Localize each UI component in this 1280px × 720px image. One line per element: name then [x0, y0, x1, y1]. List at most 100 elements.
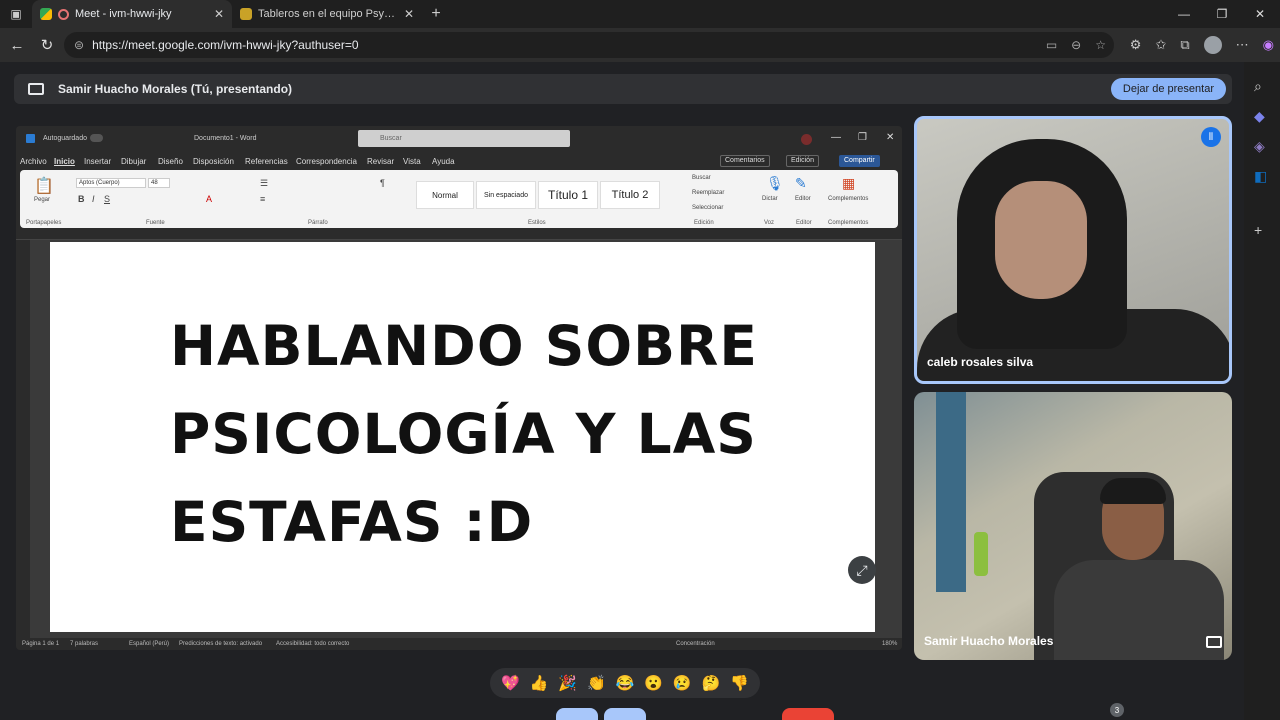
address-bar[interactable]: ⊜ https://meet.google.com/ivm-hwwi-jky?a…	[64, 32, 1114, 58]
menu-diseno: Diseño	[158, 157, 183, 166]
stop-presenting-button[interactable]: Dejar de presentar	[1110, 78, 1226, 100]
style-sin-espaciado: Sin espaciado	[476, 181, 536, 209]
font-color-icon: A	[206, 194, 213, 204]
reaction-surprised[interactable]: 😮	[644, 674, 663, 692]
word-status-bar: Página 1 de 1 7 palabras Español (Perú) …	[16, 638, 902, 650]
paragraph-mark-icon: ¶	[380, 178, 385, 188]
reaction-heart[interactable]: 💖	[501, 674, 520, 692]
menu-dibujar: Dibujar	[121, 157, 147, 166]
copilot-icon[interactable]: ◉	[1263, 37, 1274, 53]
browser-tab-bar: ▣ Meet - ivm-hwwi-jky ✕ Tableros en el e…	[0, 0, 1280, 28]
participant-video-hair	[1100, 478, 1166, 504]
reaction-thumbs-up[interactable]: 👍	[530, 674, 549, 692]
extensions-icon[interactable]: ⚙	[1130, 37, 1142, 53]
reaction-thinking[interactable]: 🤔	[702, 674, 721, 692]
group-voz: Voz	[764, 220, 775, 226]
reaction-thumbs-down[interactable]: 👎	[730, 674, 749, 692]
comments-button: Comentarios	[720, 155, 770, 167]
menu-vista: Vista	[403, 157, 421, 166]
leave-call-button[interactable]	[782, 708, 834, 720]
meet-stage: Samir Huacho Morales (Tú, presentando) D…	[0, 62, 1244, 720]
document-name: Documento1 - Word	[194, 135, 257, 142]
style-titulo-2: Título 2	[600, 181, 660, 209]
presentation-bar: Samir Huacho Morales (Tú, presentando) D…	[14, 74, 1232, 104]
favorite-star-icon[interactable]: ☆	[1095, 38, 1106, 52]
status-predictions: Predicciones de texto: activado	[179, 641, 263, 647]
status-language: Español (Perú)	[129, 641, 170, 647]
tab-tableros[interactable]: Tableros en el equipo Psycrib - M ✕	[232, 0, 422, 28]
heading-line-3: ESTAFAS :D	[170, 490, 534, 554]
addins-icon: ▦	[842, 175, 856, 191]
addins-label: Complementos	[828, 196, 869, 202]
word-search-box: Buscar	[358, 130, 570, 147]
paste-label: Pegar	[34, 197, 51, 203]
recording-icon	[58, 8, 69, 20]
profile-avatar[interactable]	[1203, 36, 1222, 54]
menu-archivo: Archivo	[20, 157, 47, 166]
vertical-ruler	[16, 240, 30, 638]
group-complementos: Complementos	[828, 220, 869, 226]
editing-mode-button: Edición	[786, 155, 819, 167]
tab-title: Tableros en el equipo Psycrib - M	[258, 8, 398, 20]
site-info-icon[interactable]: ⊜	[74, 38, 84, 52]
cast-icon[interactable]: ▭	[1046, 38, 1057, 52]
presenting-label: Samir Huacho Morales (Tú, presentando)	[58, 82, 293, 96]
reaction-sad[interactable]: 😢	[673, 674, 692, 692]
reload-icon[interactable]: ↻	[32, 36, 62, 54]
select-item: Seleccionar	[692, 205, 724, 211]
font-size-box: 48	[148, 178, 170, 188]
meet-favicon-icon	[40, 8, 52, 20]
menu-referencias: Referencias	[245, 157, 288, 166]
present-screen-icon	[28, 83, 44, 95]
collections-icon[interactable]: ⧉	[1180, 37, 1189, 53]
autosave-toggle	[90, 134, 103, 142]
back-icon[interactable]: ←	[2, 37, 32, 54]
more-menu-icon[interactable]: ⋯	[1236, 37, 1249, 53]
close-tab-icon[interactable]: ✕	[214, 7, 224, 21]
close-tab-icon[interactable]: ✕	[404, 7, 414, 21]
participant-tile-caleb[interactable]: ⦀ caleb rosales silva	[914, 116, 1232, 384]
zoom-icon[interactable]: ⊖	[1071, 38, 1081, 52]
style-normal: Normal	[416, 181, 474, 209]
word-logo-icon	[26, 134, 35, 143]
share-button: Compartir	[839, 155, 880, 167]
close-window-icon[interactable]: ✕	[1240, 0, 1280, 28]
word-title-bar: Autoguardado Documento1 - Word Buscar — …	[16, 126, 902, 150]
status-zoom: 180%	[882, 641, 898, 647]
background-window	[936, 392, 966, 592]
align-left-icon: ≡	[260, 194, 266, 204]
participant-count-badge: 3	[1110, 703, 1124, 717]
status-focus: Concentración	[676, 641, 715, 647]
word-ribbon: 📋 Pegar Aptos (Cuerpo) 48 B I S A ☰ ≡ ¶ …	[20, 170, 898, 228]
pip-icon[interactable]	[1206, 636, 1222, 648]
group-fuente: Fuente	[146, 220, 165, 226]
tab-meet[interactable]: Meet - ivm-hwwi-jky ✕	[32, 0, 232, 28]
minimize-icon[interactable]: —	[1164, 0, 1204, 28]
control-button-active-2[interactable]	[604, 708, 646, 720]
control-button-active[interactable]	[556, 708, 598, 720]
reaction-laugh[interactable]: 😂	[616, 674, 635, 692]
reaction-clap[interactable]: 👏	[587, 674, 606, 692]
maximize-icon[interactable]: ❐	[1202, 0, 1242, 28]
sidebar-copilot-icon[interactable]: ◈	[1254, 138, 1265, 155]
reaction-party[interactable]: 🎉	[558, 674, 577, 692]
sidebar-teams-icon[interactable]: ◆	[1254, 108, 1265, 125]
menu-ayuda: Ayuda	[432, 157, 455, 166]
window-menu-icon[interactable]: ▣	[0, 0, 32, 28]
favorites-icon[interactable]: ✩	[1155, 37, 1166, 53]
group-portapapeles: Portapapeles	[26, 220, 62, 226]
group-estilos: Estilos	[528, 220, 546, 226]
word-restore-icon: ❐	[858, 132, 867, 143]
group-editor: Editor	[796, 220, 812, 226]
sidebar-search-icon[interactable]: ⌕	[1254, 78, 1262, 95]
fullscreen-expand-button[interactable]: ⤢	[848, 556, 876, 584]
sidebar-outlook-icon[interactable]: ◧	[1254, 168, 1267, 185]
participant-name: caleb rosales silva	[927, 355, 1034, 369]
new-tab-icon[interactable]: +	[422, 5, 450, 23]
heading-line-2: PSICOLOGÍA Y LAS	[170, 402, 757, 466]
sidebar-add-icon[interactable]: +	[1254, 222, 1262, 238]
italic-icon: I	[92, 194, 95, 204]
editor-label: Editor	[795, 196, 811, 202]
participant-tile-samir[interactable]: Samir Huacho Morales	[914, 392, 1232, 660]
menu-inicio: Inicio	[54, 157, 75, 166]
